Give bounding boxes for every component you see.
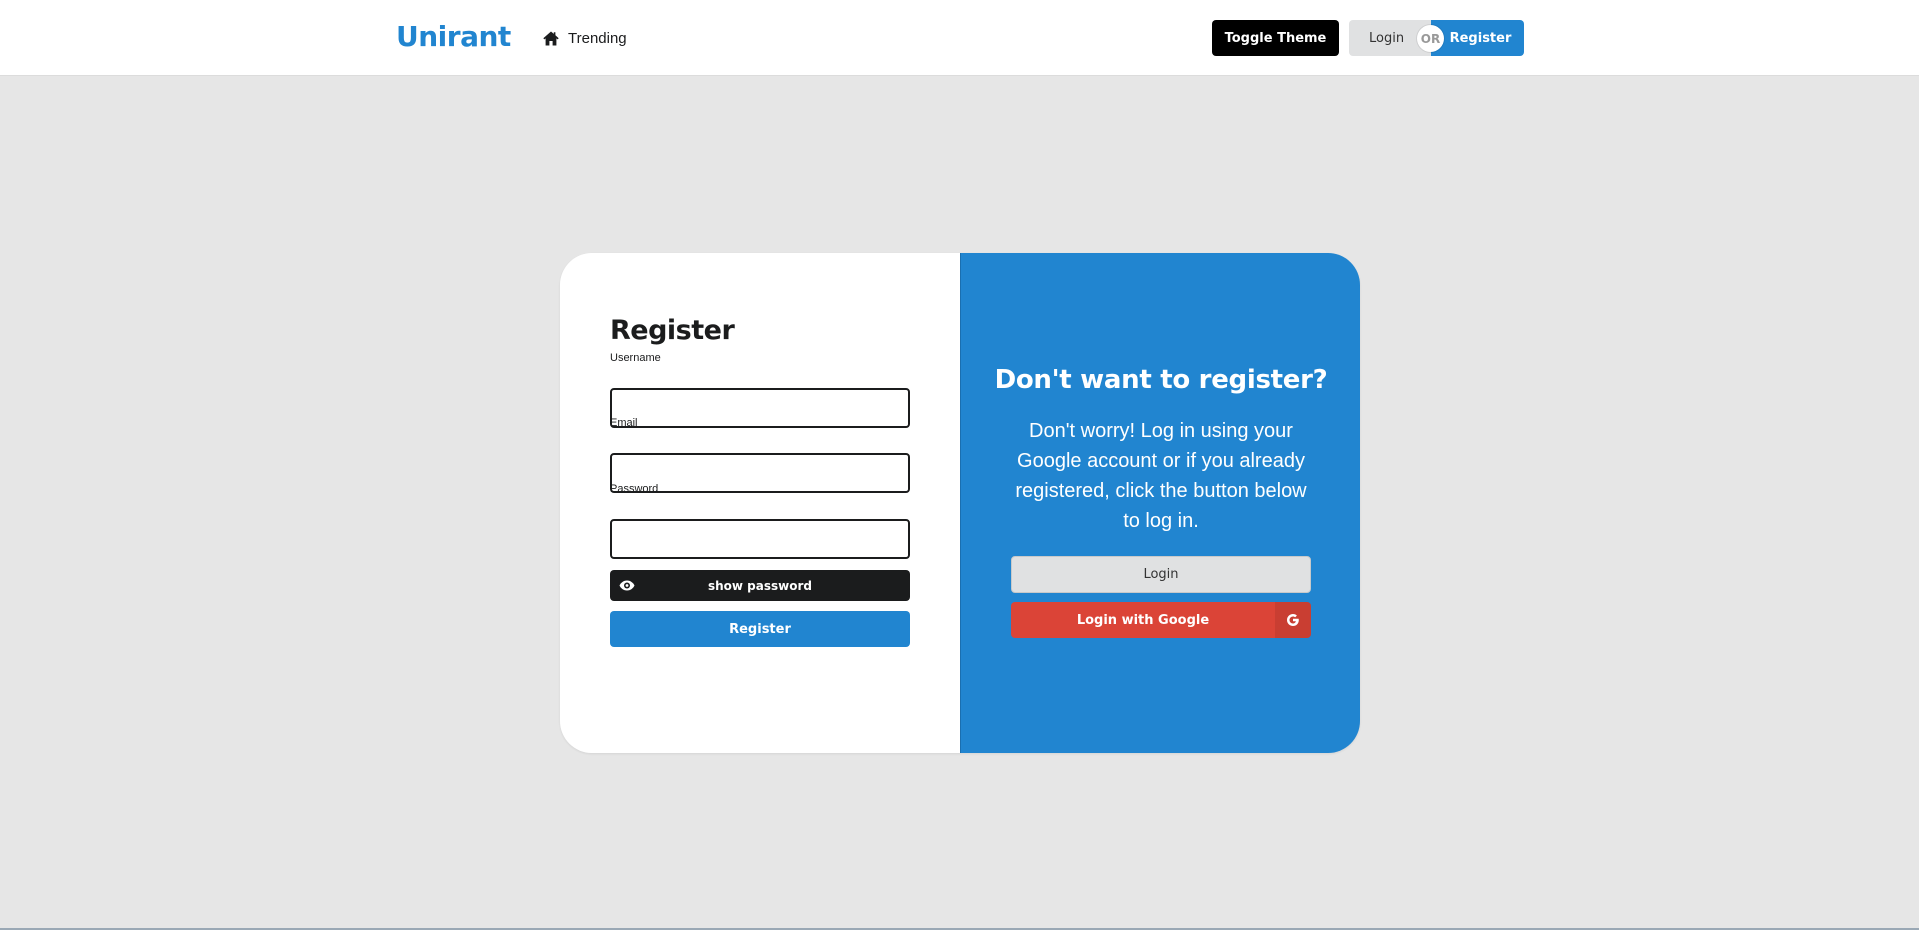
eye-icon [619,579,635,592]
brand-logo[interactable]: Unirant [396,20,511,53]
top-navbar: Unirant Trending Toggle Theme Login Regi… [0,0,1919,76]
password-input[interactable] [610,519,910,559]
show-password-button[interactable]: show password [610,570,910,601]
nav-item-trending[interactable]: Trending [543,28,627,48]
google-icon [1275,602,1311,638]
register-title: Register [610,315,735,346]
email-label: Email [610,417,638,429]
auth-button-group: Login Register OR [1349,20,1524,56]
or-divider: OR [1417,25,1444,52]
show-password-label: show password [707,578,812,593]
toggle-theme-button[interactable]: Toggle Theme [1212,20,1339,56]
username-input[interactable] [610,388,910,428]
promo-title: Don't want to register? [994,365,1328,395]
username-label: Username [610,352,661,364]
header-register-button[interactable]: Register [1431,20,1524,56]
register-submit-button[interactable]: Register [610,611,910,647]
home-icon [543,31,559,46]
login-button[interactable]: Login [1011,556,1311,593]
register-form: Register Username Email Password show pa… [560,253,960,753]
login-with-google-button[interactable]: Login with Google [1011,602,1311,638]
register-card: Register Username Email Password show pa… [560,253,1360,753]
password-label: Password [610,483,659,495]
promo-text: Don't worry! Log in using your Google ac… [1015,420,1307,532]
nav-item-trending-label: Trending [568,29,627,47]
login-promo-panel: Don't want to register? Don't worry! Log… [960,253,1360,753]
login-with-google-label: Login with Google [1076,612,1210,628]
